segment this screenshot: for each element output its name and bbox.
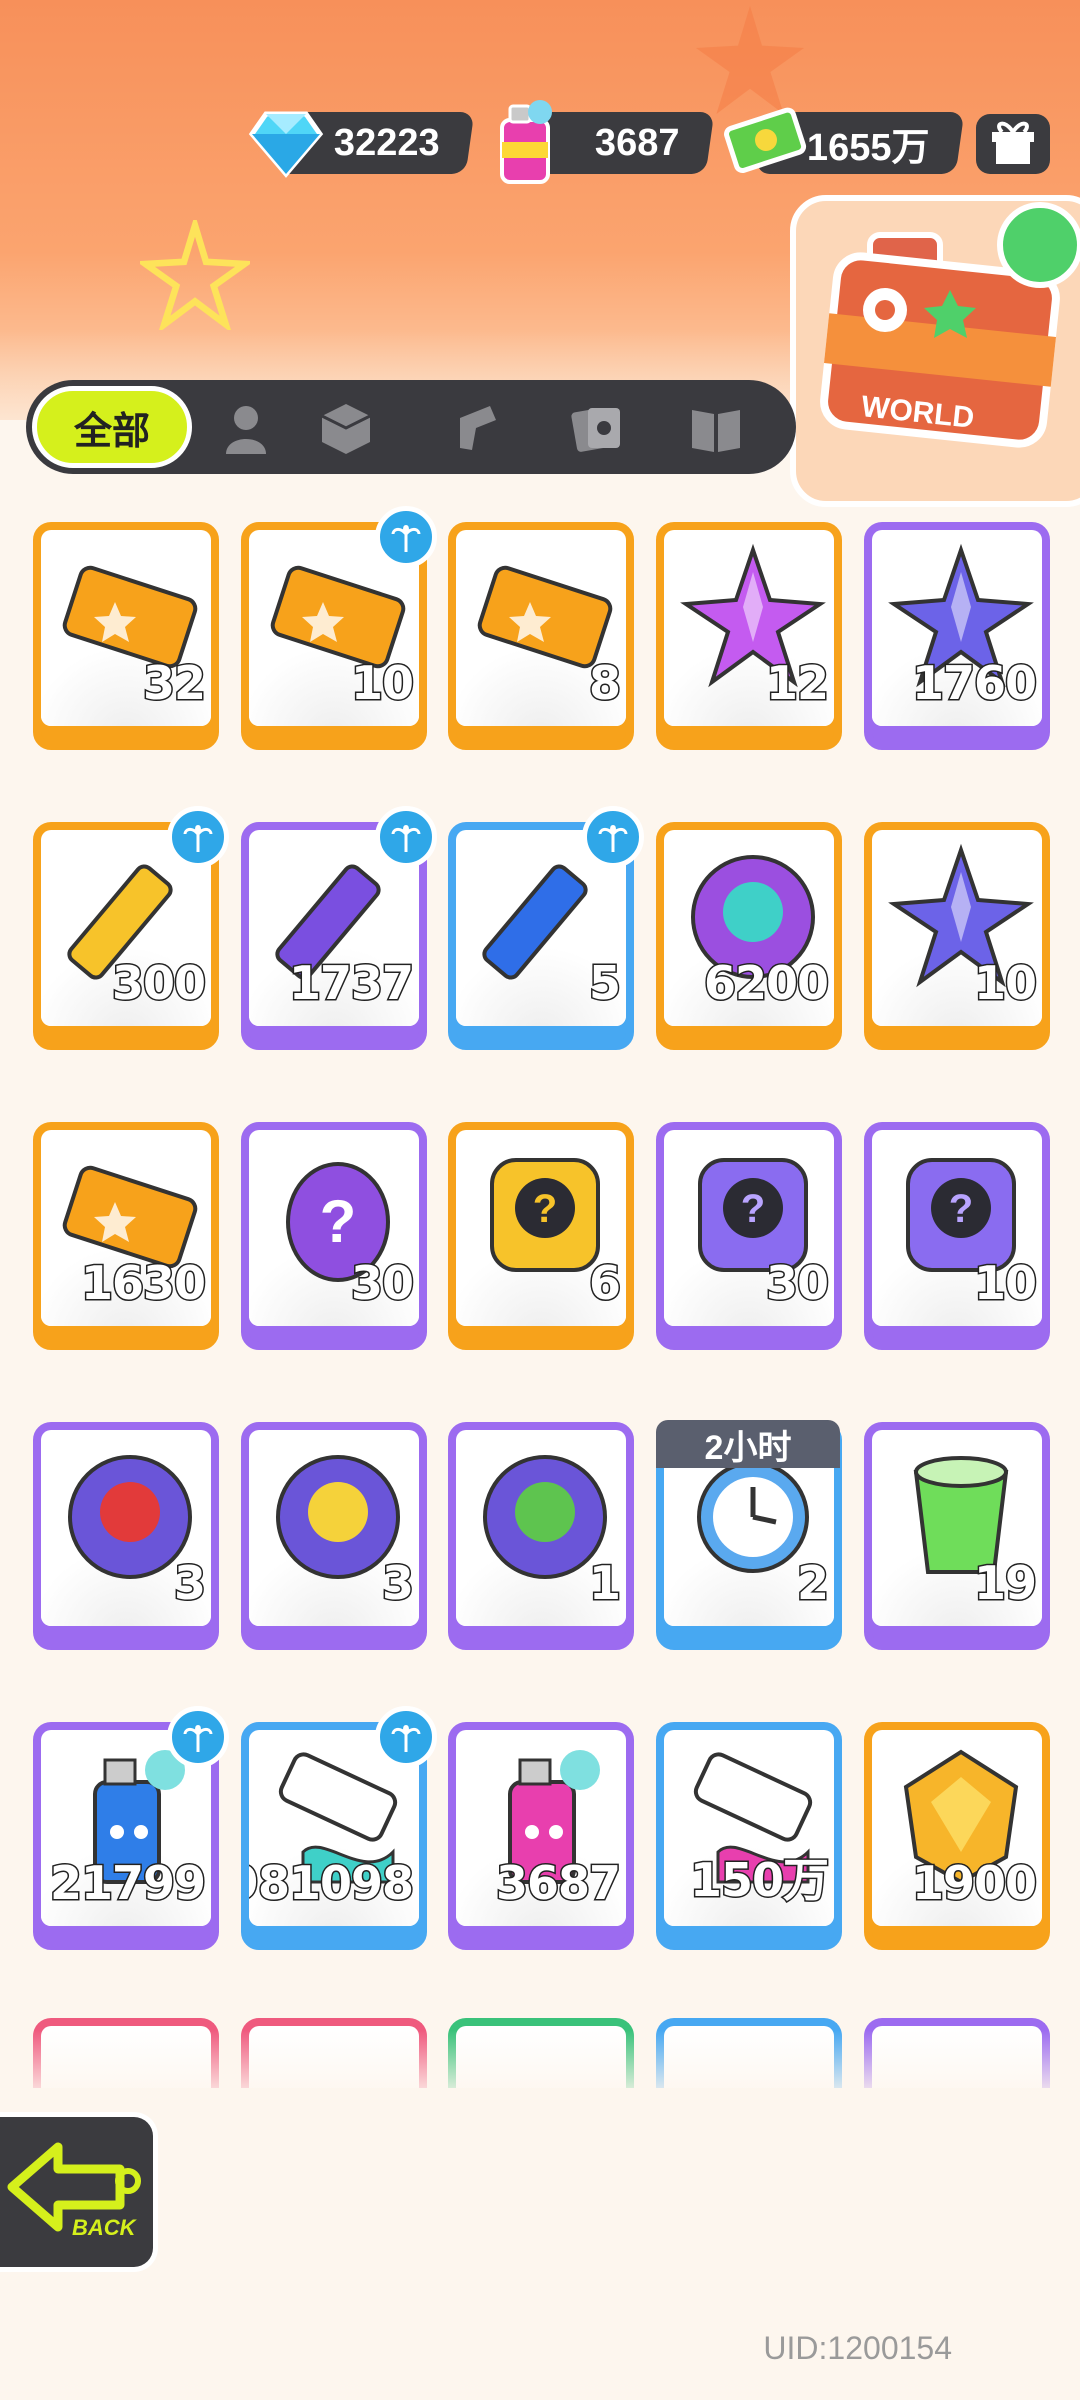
gift-button[interactable] (976, 114, 1050, 174)
item-card-mystery-egg[interactable]: ? 30 (241, 1122, 427, 1350)
character-icon[interactable] (216, 398, 276, 458)
suitcase-icon (820, 202, 1080, 448)
item-card-inner: 19 (872, 1430, 1042, 1626)
diamond-value: 32223 (334, 121, 440, 164)
item-card-pink-spray-can[interactable]: 3687 (448, 1722, 634, 1950)
item-count: 981098 (249, 1855, 416, 1912)
item-card-inner: 6200 (664, 830, 834, 1026)
item-card-rainbow-star[interactable]: 12 (656, 522, 842, 750)
item-card-gold-gem[interactable]: 1900 (864, 1722, 1050, 1950)
cash-value: 1655万 (807, 126, 930, 169)
user-id: UID:1200154 (763, 2330, 952, 2366)
item-card-inner: 3 (41, 1430, 211, 1626)
book-icon[interactable] (686, 398, 746, 458)
palm-tree-badge-icon (582, 806, 644, 868)
item-count: 6200 (702, 955, 830, 1012)
item-count: 1900 (910, 1855, 1038, 1912)
category-tabs: 全部 (26, 380, 796, 474)
svg-text:?: ? (320, 1188, 357, 1255)
item-count: 3687 (494, 1855, 622, 1912)
item-card-inner: 1760 (872, 530, 1042, 726)
item-card-green-plant-ball[interactable]: 1 (448, 1422, 634, 1650)
svg-text:?: ? (949, 1187, 973, 1231)
list-fade (0, 2030, 1080, 2120)
timer-label: 2小时 (656, 1420, 840, 1468)
decor-star-icon (696, 6, 804, 114)
item-count: 10 (972, 1255, 1038, 1312)
item-card-inner: ? 10 (872, 1130, 1042, 1326)
cash-icon (724, 107, 807, 173)
card-pack-icon[interactable] (566, 398, 626, 458)
item-card-purple-ticket[interactable]: 8 (448, 522, 634, 750)
item-card-gold-deity-token[interactable]: ? 6 (448, 1122, 634, 1350)
spray-gun-icon[interactable] (446, 398, 506, 458)
item-count: 6 (587, 1255, 622, 1312)
item-count: 21799 (48, 1855, 207, 1912)
item-count: 300 (110, 955, 207, 1012)
item-count: 1630 (79, 1255, 207, 1312)
item-card-green-drink-cup[interactable]: 19 (864, 1422, 1050, 1650)
palm-tree-badge-icon (167, 1706, 229, 1768)
item-count: 3 (380, 1555, 415, 1612)
item-card-inner: 1630 (41, 1130, 211, 1326)
item-card-inner: ? 30 (249, 1130, 419, 1326)
item-card-inner: 3687 (456, 1730, 626, 1926)
gift-icon (992, 121, 1034, 164)
item-card-inner: 3 (249, 1430, 419, 1626)
box-icon[interactable] (316, 398, 376, 458)
item-card-inner: 32 (41, 530, 211, 726)
item-card-cool-paint-medal[interactable]: 6200 (656, 822, 842, 1050)
paint-can-icon (500, 100, 552, 184)
item-count: 5 (587, 955, 622, 1012)
item-card-inner: 10 (872, 830, 1042, 1026)
item-count: 150万 (688, 1852, 830, 1909)
item-card-star-burst-medal[interactable]: 10 (864, 822, 1050, 1050)
item-count: 30 (349, 1255, 415, 1312)
item-count: 10 (349, 655, 415, 712)
back-label: BACK (72, 2215, 136, 2240)
palm-tree-badge-icon (375, 1706, 437, 1768)
item-card-gold-ticket[interactable]: 32 (33, 522, 219, 750)
diamond-icon (248, 111, 324, 178)
palm-tree-badge-icon (375, 806, 437, 868)
world-travel-button[interactable]: WORLD (790, 195, 1080, 507)
paint-can-value: 3687 (595, 121, 680, 164)
item-count: 1 (587, 1555, 622, 1612)
svg-text:?: ? (741, 1187, 765, 1231)
item-card-travel-card[interactable]: ? 10 (864, 1122, 1050, 1350)
palm-tree-badge-icon (375, 506, 437, 568)
item-card-purple-star[interactable]: 1760 (864, 522, 1050, 750)
back-button[interactable]: BACK (0, 2112, 158, 2272)
item-card-inner: ? 6 (456, 1130, 626, 1326)
decor-star-icon (140, 220, 250, 330)
item-card-purple-deity-token[interactable]: ? 30 (656, 1122, 842, 1350)
back-arrow-icon (7, 2142, 141, 2232)
item-count: 12 (764, 655, 830, 712)
item-card-inner: 150万 (664, 1730, 834, 1926)
svg-text:?: ? (533, 1187, 557, 1231)
item-card-yellow-squid-ball[interactable]: 3 (241, 1422, 427, 1650)
item-count: 8 (587, 655, 622, 712)
item-count: 1760 (910, 655, 1038, 712)
item-card-inner: 12 (664, 530, 834, 726)
item-card-red-fish-ball[interactable]: 3 (33, 1422, 219, 1650)
item-card-season-ticket[interactable]: 1630 (33, 1122, 219, 1350)
item-count: 10 (972, 955, 1038, 1012)
item-count: 32 (141, 655, 207, 712)
palm-tree-badge-icon (167, 806, 229, 868)
item-card-paint-tube-pink[interactable]: 150万 (656, 1722, 842, 1950)
item-count: 3 (172, 1555, 207, 1612)
item-card-inner: 8 (456, 530, 626, 726)
item-count: 2 (795, 1555, 830, 1612)
item-count: 1737 (287, 955, 415, 1012)
item-card-inner: ? 30 (664, 1130, 834, 1326)
tab-all[interactable]: 全部 (32, 386, 192, 468)
item-count: 19 (972, 1555, 1038, 1612)
item-card-inner: 1 (456, 1430, 626, 1626)
item-card-inner: 1900 (872, 1730, 1042, 1926)
item-count: 30 (764, 1255, 830, 1312)
